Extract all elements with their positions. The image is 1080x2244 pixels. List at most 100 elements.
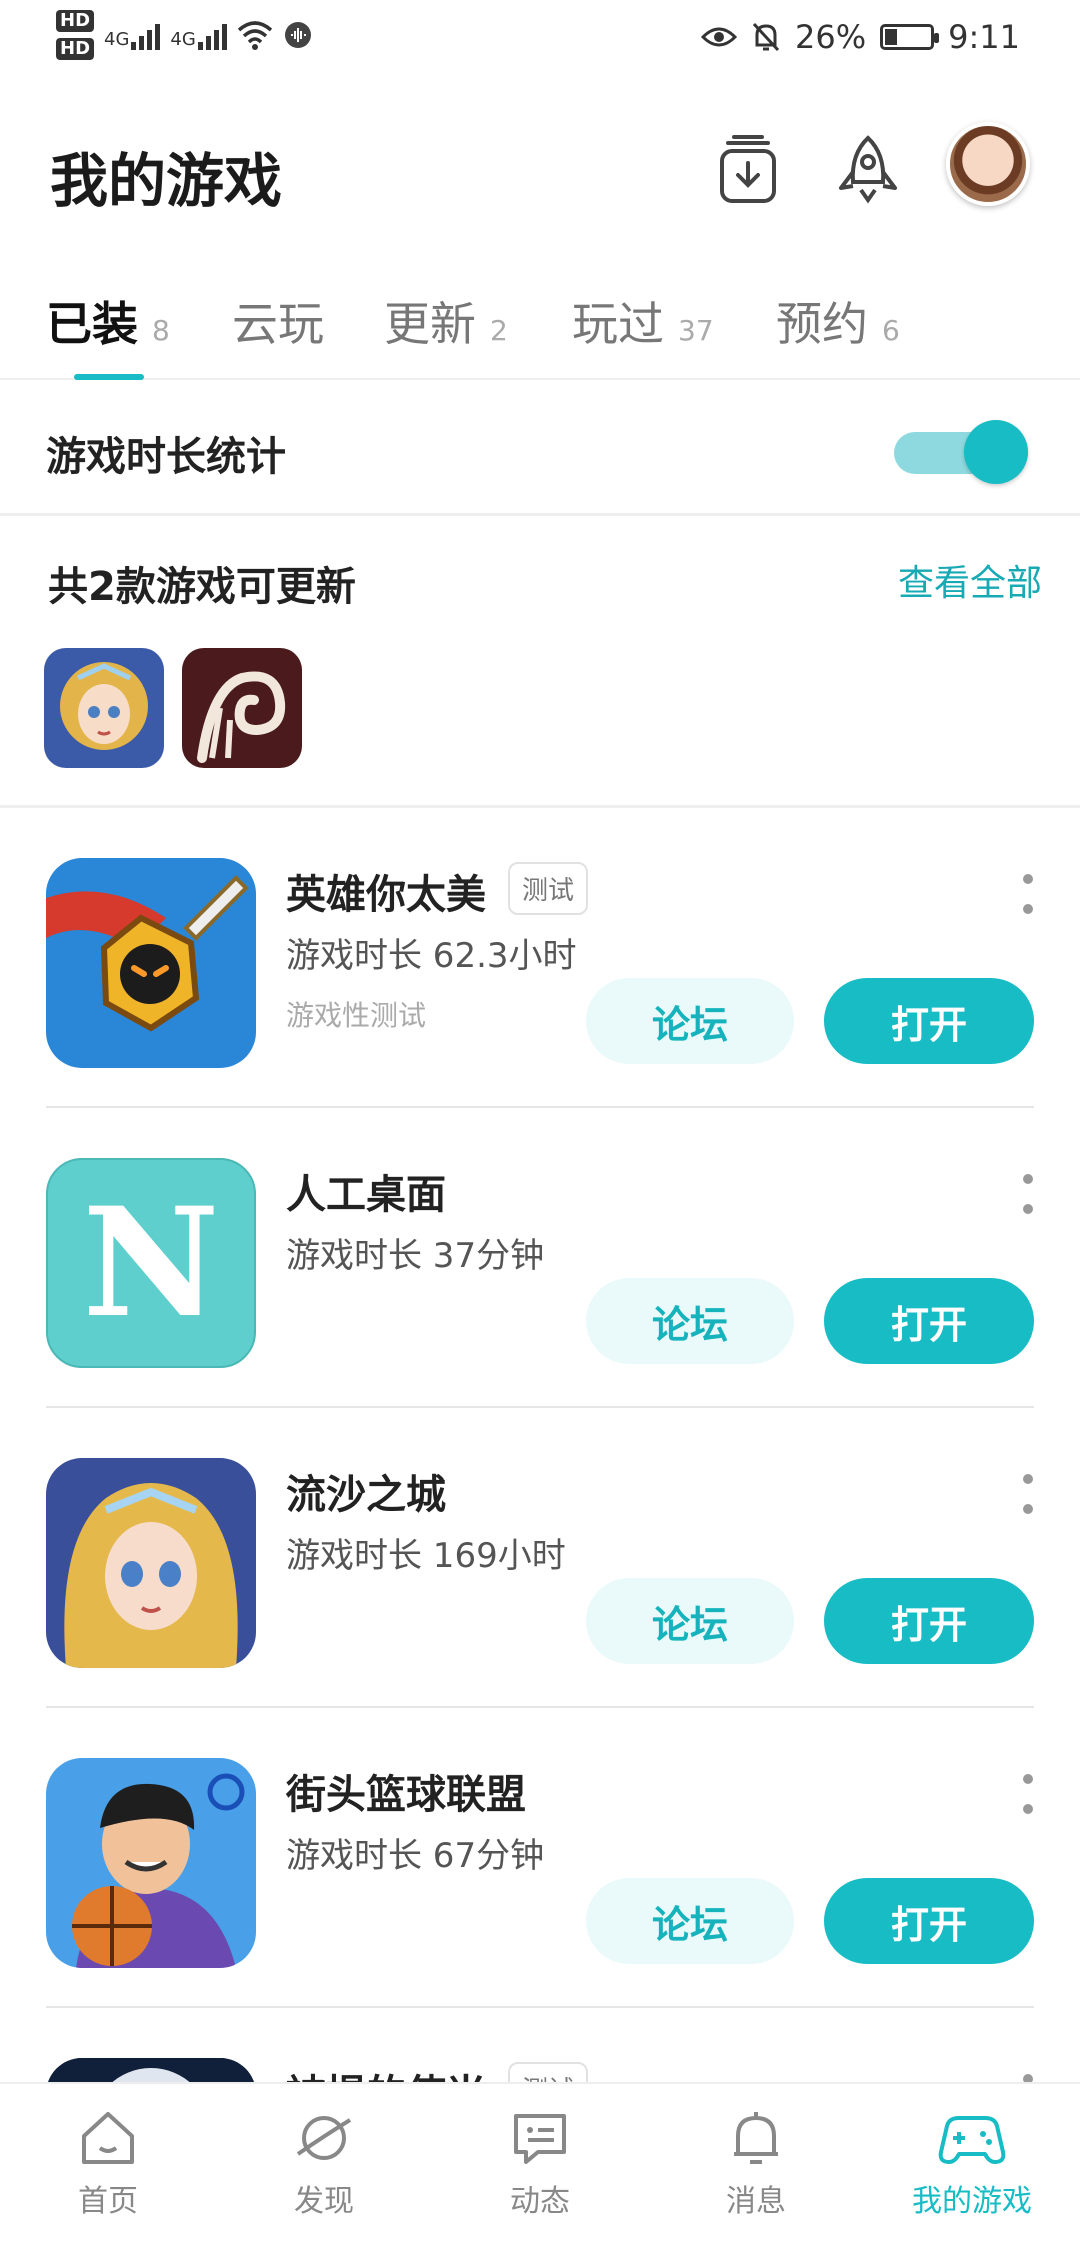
playtime-stats-row: 游戏时长统计 [0,382,1080,516]
test-badge: 测试 [508,862,589,915]
signal-1: 4G [104,20,161,50]
nav-feed[interactable]: 动态 [460,2106,620,2220]
bottom-nav: 首页 发现 动态 消息 我的游戏 [0,2082,1080,2244]
nav-label: 首页 [78,2184,138,2219]
battery-icon [880,24,940,50]
game-note: 游戏性测试 [286,999,427,1032]
heroine-game-icon [44,648,164,768]
tab-count: 8 [152,314,170,347]
nav-label: 动态 [510,2184,570,2219]
gamepad-icon [938,2116,1006,2164]
hd-indicators: HD HD [56,10,95,60]
tab-label: 玩过 [572,297,664,351]
home-icon [82,2112,134,2164]
chat-icon [514,2114,566,2164]
forum-button[interactable]: 论坛 [586,978,794,1064]
game-icon[interactable]: N [46,1158,256,1368]
more-options-icon[interactable] [1022,1474,1034,1514]
tab-count: 6 [882,314,900,347]
bell-icon [734,2112,778,2164]
basketball-player-game-icon [46,1758,256,1968]
game-playtime: 游戏时长 37分钟 [286,1236,545,1276]
status-right: 26% 9:11 [701,18,1020,56]
tab-reserved[interactable]: 预约 6 [776,288,900,354]
forum-button[interactable]: 论坛 [586,1578,794,1664]
forum-button[interactable]: 论坛 [586,1278,794,1364]
letter-n-icon: N [82,1175,220,1351]
open-button[interactable]: 打开 [824,978,1034,1064]
game-icon[interactable] [46,858,256,1068]
wifi-icon [237,21,272,50]
download-box-icon [720,135,776,203]
more-options-icon[interactable] [1022,1174,1034,1214]
tab-count: 37 [678,314,714,347]
game-playtime: 游戏时长 67分钟 [286,1836,545,1876]
avatar[interactable] [946,122,1030,206]
game-name: 人工桌面 [286,1172,446,1218]
update-game-icon[interactable] [182,648,302,768]
nav-my-games[interactable]: 我的游戏 [892,2106,1052,2220]
rocket-icon [839,135,897,204]
tab-label: 云玩 [232,297,324,351]
tab-label: 预约 [776,297,868,351]
tab-installed[interactable]: 已装 8 [46,288,170,354]
view-all-link[interactable]: 查看全部 [898,554,1042,606]
game-row[interactable]: N 人工桌面 游戏时长 37分钟 论坛 打开 [0,1108,1080,1408]
updates-section: 共2款游戏可更新 查看全部 [0,518,1080,808]
nav-home[interactable]: 首页 [28,2106,188,2220]
download-manager-button[interactable] [708,130,788,210]
battery-percent: 26% [795,18,867,56]
update-game-icon[interactable] [44,648,164,768]
tab-updates[interactable]: 更新 2 [384,288,508,354]
game-playtime: 游戏时长 62.3小时 [286,936,577,976]
eye-icon [701,27,738,47]
audio-icon [284,22,311,48]
header: 我的游戏 [0,110,1080,230]
tab-cloud-play[interactable]: 云玩 [232,288,324,354]
game-playtime: 游戏时长 169小时 [286,1536,566,1576]
signal-bars-icon [131,20,161,50]
tab-count: 2 [490,314,508,347]
signal-2: 4G [170,20,227,50]
network-type-1: 4G [104,29,130,50]
game-name: 英雄你太美 [286,872,486,918]
hd-badge-1: HD [56,10,95,32]
playtime-stats-label: 游戏时长统计 [46,434,286,480]
clock: 9:11 [948,18,1020,56]
tab-label: 已装 [46,297,138,351]
game-icon[interactable] [46,1758,256,1968]
more-options-icon[interactable] [1022,874,1034,914]
tab-indicator [74,374,144,380]
game-row[interactable]: 流沙之城 游戏时长 169小时 论坛 打开 [0,1408,1080,1708]
page-title: 我的游戏 [50,147,283,215]
heroine-game-icon [46,1458,256,1668]
tab-label: 更新 [384,297,476,351]
more-options-icon[interactable] [1022,1774,1034,1814]
nav-messages[interactable]: 消息 [676,2106,836,2220]
nav-label: 我的游戏 [912,2184,1032,2219]
status-left: HD HD 4G 4G [56,10,313,60]
nav-label: 消息 [726,2184,786,2219]
updates-title: 共2款游戏可更新 [48,564,356,610]
open-button[interactable]: 打开 [824,1578,1034,1664]
game-row[interactable]: 英雄你太美 测试 游戏时长 62.3小时 游戏性测试 论坛 打开 [0,808,1080,1108]
planet-icon [296,2116,352,2160]
forum-button[interactable]: 论坛 [586,1878,794,1964]
open-button[interactable]: 打开 [824,1878,1034,1964]
spiral-game-icon [182,648,302,768]
nav-label: 发现 [294,2184,354,2219]
hd-badge-2: HD [56,38,95,60]
game-name: 街头篮球联盟 [286,1772,526,1818]
open-button[interactable]: 打开 [824,1278,1034,1364]
game-row[interactable]: 街头篮球联盟 游戏时长 67分钟 论坛 打开 [0,1708,1080,2008]
tab-played[interactable]: 玩过 37 [572,288,714,354]
status-bar: HD HD 4G 4G 26% 9:11 [0,0,1080,80]
playtime-stats-toggle[interactable] [894,418,1028,484]
game-name: 流沙之城 [286,1472,446,1518]
toggle-knob [964,420,1028,484]
accelerator-button[interactable] [828,130,908,210]
game-icon[interactable] [46,1458,256,1668]
mute-bell-icon [752,22,780,52]
nav-discover[interactable]: 发现 [244,2106,404,2220]
network-type-2: 4G [170,29,196,50]
